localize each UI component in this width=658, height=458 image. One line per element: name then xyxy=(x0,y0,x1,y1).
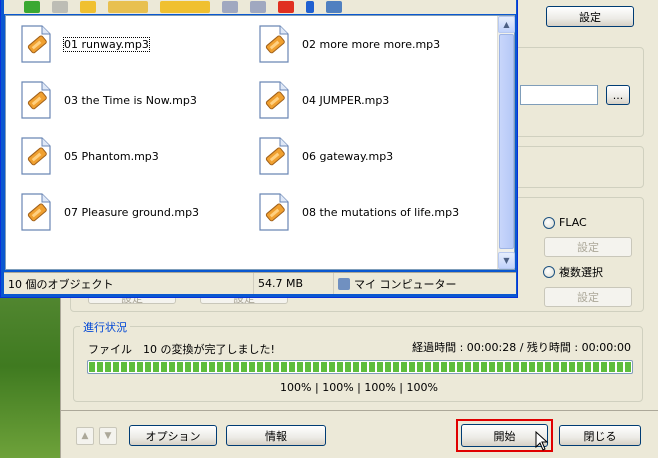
partial-file-icon xyxy=(254,248,294,270)
mp3-file-icon xyxy=(254,80,294,120)
progress-status-text: ファイル 10 の変換が完了しました! xyxy=(88,343,275,356)
move-to-icon[interactable] xyxy=(222,1,238,13)
file-item[interactable]: 05 Phantom.mp3 xyxy=(16,136,159,176)
delete-icon[interactable] xyxy=(278,1,294,13)
arrow-up-icon: ▲ xyxy=(81,431,89,441)
folder-up-icon[interactable] xyxy=(80,1,96,13)
file-item[interactable]: 07 Pleasure ground.mp3 xyxy=(16,192,199,232)
output-path-input[interactable] xyxy=(520,85,598,105)
scroll-thumb[interactable] xyxy=(499,34,514,249)
mp3-file-icon xyxy=(16,80,56,120)
file-name: 05 Phantom.mp3 xyxy=(64,149,159,163)
file-item[interactable]: 04 JUMPER.mp3 xyxy=(254,80,389,120)
progress-percent-text: 100% | 100% | 100% | 100% xyxy=(280,381,438,394)
undo-icon[interactable] xyxy=(306,1,314,13)
forward-icon[interactable] xyxy=(52,1,68,13)
file-name: 02 more more more.mp3 xyxy=(302,37,441,51)
browse-button[interactable]: ... xyxy=(606,85,630,105)
explorer-statusbar: 10 個のオブジェクト 54.7 MB マイ コンピューター xyxy=(4,272,516,294)
file-name: 03 the Time is Now.mp3 xyxy=(64,93,197,107)
progress-fill xyxy=(89,362,631,372)
status-location-label: マイ コンピューター xyxy=(354,277,457,291)
options-button[interactable]: オプション xyxy=(129,425,217,446)
status-count: 10 個のオブジェクト xyxy=(4,273,254,294)
file-name: 04 JUMPER.mp3 xyxy=(302,93,390,107)
move-up-button[interactable]: ▲ xyxy=(76,427,94,445)
folders-icon[interactable] xyxy=(160,1,210,13)
file-item[interactable]: 01 runway.mp3 xyxy=(16,24,150,64)
mp3-file-icon xyxy=(254,192,294,232)
partial-file-icon xyxy=(16,248,56,270)
progress-legend: 進行状況 xyxy=(80,319,130,335)
explorer-toolbar xyxy=(4,0,516,14)
settings-multi-button[interactable]: 設定 xyxy=(544,287,632,307)
bottom-separator xyxy=(60,410,658,411)
file-item[interactable]: 06 gateway.mp3 xyxy=(254,136,393,176)
mp3-file-icon xyxy=(254,24,294,64)
search-icon[interactable] xyxy=(108,1,148,13)
radio-dot-icon xyxy=(543,216,555,229)
close-button[interactable]: 閉じる xyxy=(559,425,641,446)
mp3-file-icon xyxy=(254,136,294,176)
mouse-cursor-icon xyxy=(535,431,549,451)
flac-radio-label: FLAC xyxy=(559,216,587,229)
file-name: 06 gateway.mp3 xyxy=(302,149,394,163)
settings-top-button[interactable]: 設定 xyxy=(546,6,634,27)
elapsed-time-text: 経過時間 : 00:00:28 / 残り時間 : 00:00:00 xyxy=(412,341,631,354)
radio-dot-icon xyxy=(543,266,555,278)
back-icon[interactable] xyxy=(24,1,40,13)
progress-bar xyxy=(87,360,633,374)
file-item[interactable]: 03 the Time is Now.mp3 xyxy=(16,80,197,120)
scroll-down-icon[interactable]: ▼ xyxy=(498,252,515,269)
file-item[interactable]: 08 the mutations of life.mp3 xyxy=(254,192,459,232)
mp3-file-icon xyxy=(16,136,56,176)
computer-icon xyxy=(338,277,350,290)
explorer-window: 01 runway.mp3 02 more more more.mp3 03 the… xyxy=(0,0,518,298)
file-name: 07 Pleasure ground.mp3 xyxy=(64,205,200,219)
status-size: 54.7 MB xyxy=(254,273,334,294)
move-down-button[interactable]: ▼ xyxy=(99,427,117,445)
file-name: 01 runway.mp3 xyxy=(63,36,150,52)
flac-radio[interactable]: FLAC xyxy=(543,216,587,229)
info-button[interactable]: 情報 xyxy=(226,425,326,446)
multi-select-radio[interactable]: 複数選択 xyxy=(543,264,603,280)
file-list: 01 runway.mp3 02 more more more.mp3 03 the… xyxy=(5,15,515,270)
file-name: 08 the mutations of life.mp3 xyxy=(302,205,460,219)
multi-select-radio-label: 複数選択 xyxy=(559,266,603,279)
views-icon[interactable] xyxy=(326,1,342,13)
copy-to-icon[interactable] xyxy=(250,1,266,13)
status-location: マイ コンピューター xyxy=(334,273,516,294)
arrow-down-icon: ▼ xyxy=(104,431,112,441)
file-item[interactable]: 02 more more more.mp3 xyxy=(254,24,440,64)
mp3-file-icon xyxy=(16,24,56,64)
mp3-file-icon xyxy=(16,192,56,232)
scroll-up-icon[interactable]: ▲ xyxy=(498,16,515,33)
vertical-scrollbar[interactable]: ▲ ▼ xyxy=(497,16,515,269)
settings-flac-button[interactable]: 設定 xyxy=(544,237,632,257)
